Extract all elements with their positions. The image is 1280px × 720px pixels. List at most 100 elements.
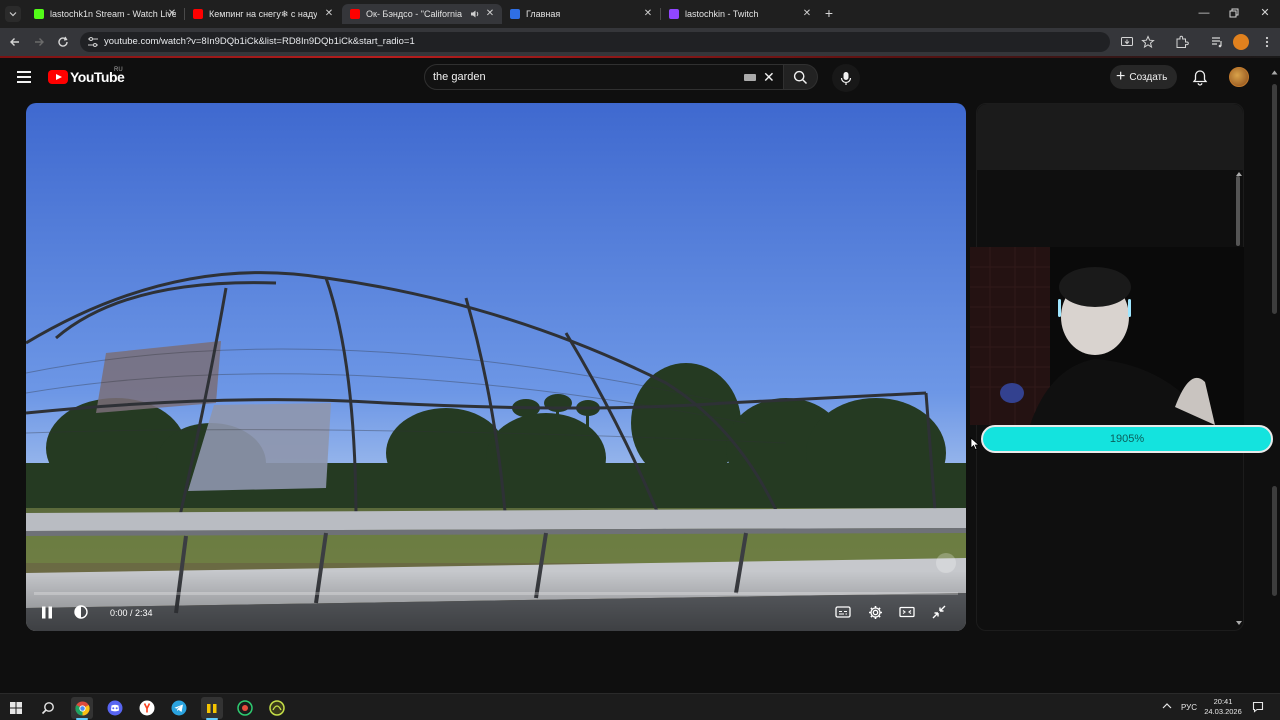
taskbar-app-lime[interactable] xyxy=(266,697,288,719)
app-green-icon xyxy=(237,700,253,716)
bookmark-star-icon[interactable] xyxy=(1141,35,1155,49)
chevron-down-icon xyxy=(9,12,17,17)
extensions-puzzle-icon[interactable] xyxy=(1175,35,1189,49)
youtube-logo[interactable]: YouTube RU xyxy=(48,67,125,85)
notifications-bell-icon[interactable] xyxy=(1192,69,1208,86)
side-panel-scrollbar[interactable] xyxy=(1236,176,1240,246)
speaker-icon[interactable] xyxy=(470,9,480,19)
channel-watermark-icon[interactable] xyxy=(936,553,956,573)
profile-avatar[interactable] xyxy=(1233,34,1249,50)
taskbar-discord[interactable] xyxy=(104,697,126,719)
youtube-header: YouTube RU ✕ + Создать xyxy=(0,58,1280,98)
voice-search-button[interactable] xyxy=(832,64,860,92)
browser-tab-strip: lastochk1n Stream - Watch Live ✕ Кемпинг… xyxy=(0,0,1280,28)
browser-tab-youtube-active[interactable]: Ок- Бэндсо - "California Il ✕ xyxy=(342,4,502,24)
scroll-down-arrow-icon xyxy=(1236,621,1242,625)
exit-fullscreen-icon xyxy=(932,605,946,619)
browser-tab-twitch[interactable]: lastochkin - Twitch ✕ xyxy=(661,4,819,24)
keyboard-icon[interactable] xyxy=(744,74,756,81)
close-tab-icon[interactable]: ✕ xyxy=(801,8,813,20)
scrollbar-thumb[interactable] xyxy=(1272,84,1277,314)
create-button-label: Создать xyxy=(1129,71,1168,83)
region-code: RU xyxy=(114,67,123,73)
twitch-favicon-icon xyxy=(669,9,679,19)
taskbar-search-button[interactable] xyxy=(37,697,59,719)
pause-button[interactable] xyxy=(36,601,58,623)
tab-search-button[interactable] xyxy=(5,6,21,22)
theater-mode-icon xyxy=(899,606,915,618)
close-window-button[interactable]: ✕ xyxy=(1258,6,1272,20)
restore-window-button[interactable] xyxy=(1227,6,1241,20)
taskbar-app-yellow[interactable] xyxy=(201,697,223,720)
gear-icon xyxy=(868,605,882,619)
back-button[interactable] xyxy=(8,35,22,49)
browser-tab-youtube-camping[interactable]: Кемпинг на снегу❄ с надувн ✕ xyxy=(185,4,341,24)
tab-title: Ок- Бэндсо - "California Il xyxy=(366,9,462,19)
taskbar-chrome[interactable] xyxy=(71,697,93,720)
controls-gradient xyxy=(26,571,966,631)
close-tab-icon[interactable]: ✕ xyxy=(323,8,335,20)
theater-mode-button[interactable] xyxy=(896,601,918,623)
webcam-image xyxy=(970,247,1244,425)
system-clock[interactable]: 20:41 24.03.2026 xyxy=(1200,697,1246,717)
search-icon xyxy=(41,702,54,715)
create-button[interactable]: + Создать xyxy=(1110,65,1178,89)
clear-search-icon[interactable]: ✕ xyxy=(763,70,775,84)
youtube-play-logo-icon xyxy=(48,70,68,84)
close-tab-icon[interactable]: ✕ xyxy=(484,8,496,20)
new-tab-button[interactable]: + xyxy=(822,6,836,20)
close-tab-icon[interactable]: ✕ xyxy=(642,8,654,20)
close-tab-icon[interactable]: ✕ xyxy=(166,8,178,20)
tab-title: Кемпинг на снегу❄ с надувн xyxy=(209,8,317,19)
scrollbar-thumb[interactable] xyxy=(1272,486,1277,596)
donation-goal-bar: 1905% xyxy=(981,425,1273,453)
input-language[interactable]: РУС xyxy=(1181,703,1197,712)
reload-icon xyxy=(58,36,68,47)
minimize-window-button[interactable]: — xyxy=(1197,6,1211,20)
home-page-favicon-icon xyxy=(510,9,520,19)
notification-center-icon[interactable] xyxy=(1252,701,1264,713)
telegram-icon xyxy=(171,700,187,716)
media-controls-icon[interactable] xyxy=(1210,35,1224,49)
chrome-icon xyxy=(74,700,90,716)
side-panel-header xyxy=(977,104,1243,170)
volume-button[interactable] xyxy=(70,601,92,623)
search-button[interactable] xyxy=(784,64,818,90)
tab-title: lastochkin - Twitch xyxy=(685,9,759,19)
app-yellow-icon xyxy=(207,704,217,713)
clock-date: 24.03.2026 xyxy=(1204,707,1242,716)
page-scrollbar[interactable] xyxy=(1270,66,1278,686)
more-menu-icon[interactable] xyxy=(1260,35,1274,49)
arrow-left-icon xyxy=(10,38,19,46)
forward-button[interactable] xyxy=(32,35,46,49)
subtitles-button[interactable] xyxy=(832,601,854,623)
pause-icon xyxy=(42,606,52,618)
browser-tab-kick[interactable]: lastochk1n Stream - Watch Live ✕ xyxy=(26,4,184,24)
install-app-icon[interactable] xyxy=(1120,35,1134,49)
yandex-browser-icon xyxy=(139,700,155,716)
reload-button[interactable] xyxy=(56,35,70,49)
windows-start-button[interactable] xyxy=(5,697,27,719)
kick-favicon-icon xyxy=(34,9,44,19)
scroll-up-arrow-icon xyxy=(1271,70,1278,75)
tray-overflow-chevron-icon[interactable] xyxy=(1162,702,1172,709)
address-bar[interactable]: youtube.com/watch?v=8In9DQb1iCk&list=RD8… xyxy=(80,32,1110,52)
fullscreen-exit-button[interactable] xyxy=(928,601,950,623)
taskbar-yandex-browser[interactable] xyxy=(136,697,158,719)
discord-icon xyxy=(107,700,123,716)
account-avatar[interactable] xyxy=(1229,67,1249,87)
tab-title: Главная xyxy=(526,9,561,19)
progress-bar[interactable] xyxy=(34,592,958,595)
taskbar-telegram[interactable] xyxy=(168,697,190,719)
subtitles-icon xyxy=(835,606,851,618)
site-settings-icon[interactable] xyxy=(87,36,99,48)
app-lime-icon xyxy=(269,700,285,716)
browser-tab-home[interactable]: Главная ✕ xyxy=(502,4,660,24)
arrow-right-icon xyxy=(35,38,44,46)
browser-toolbar: youtube.com/watch?v=8In9DQb1iCk&list=RD8… xyxy=(0,28,1280,56)
menu-hamburger-icon[interactable] xyxy=(17,71,31,83)
search-input[interactable] xyxy=(433,69,733,85)
video-player[interactable]: 0:00 / 2:34 xyxy=(26,103,966,631)
taskbar-app-green[interactable] xyxy=(234,697,256,719)
settings-button[interactable] xyxy=(864,601,886,623)
